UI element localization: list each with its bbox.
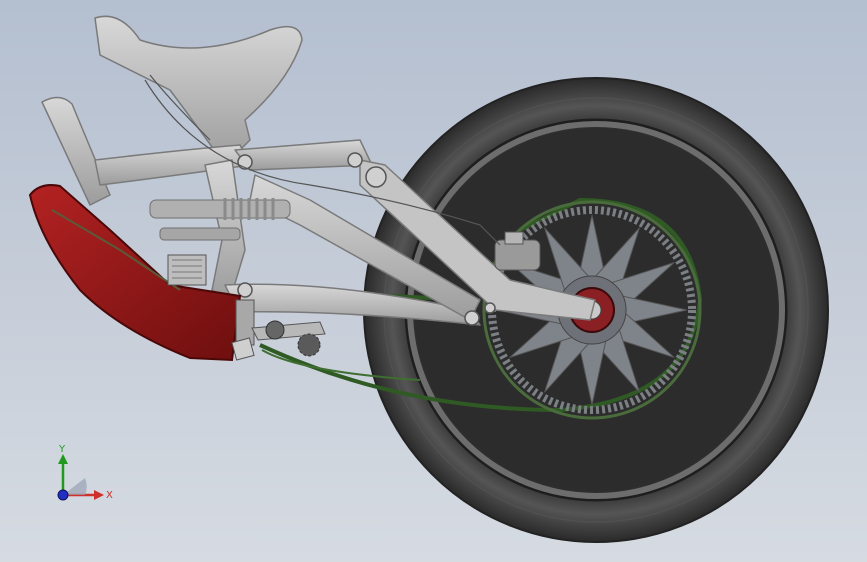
- cad-model-viewport[interactable]: [0, 0, 867, 562]
- y-axis-label: Y: [58, 444, 66, 455]
- motor-unit: [167, 254, 207, 286]
- x-axis-label: X: [106, 490, 113, 501]
- axis-triad[interactable]: Y X: [40, 440, 120, 510]
